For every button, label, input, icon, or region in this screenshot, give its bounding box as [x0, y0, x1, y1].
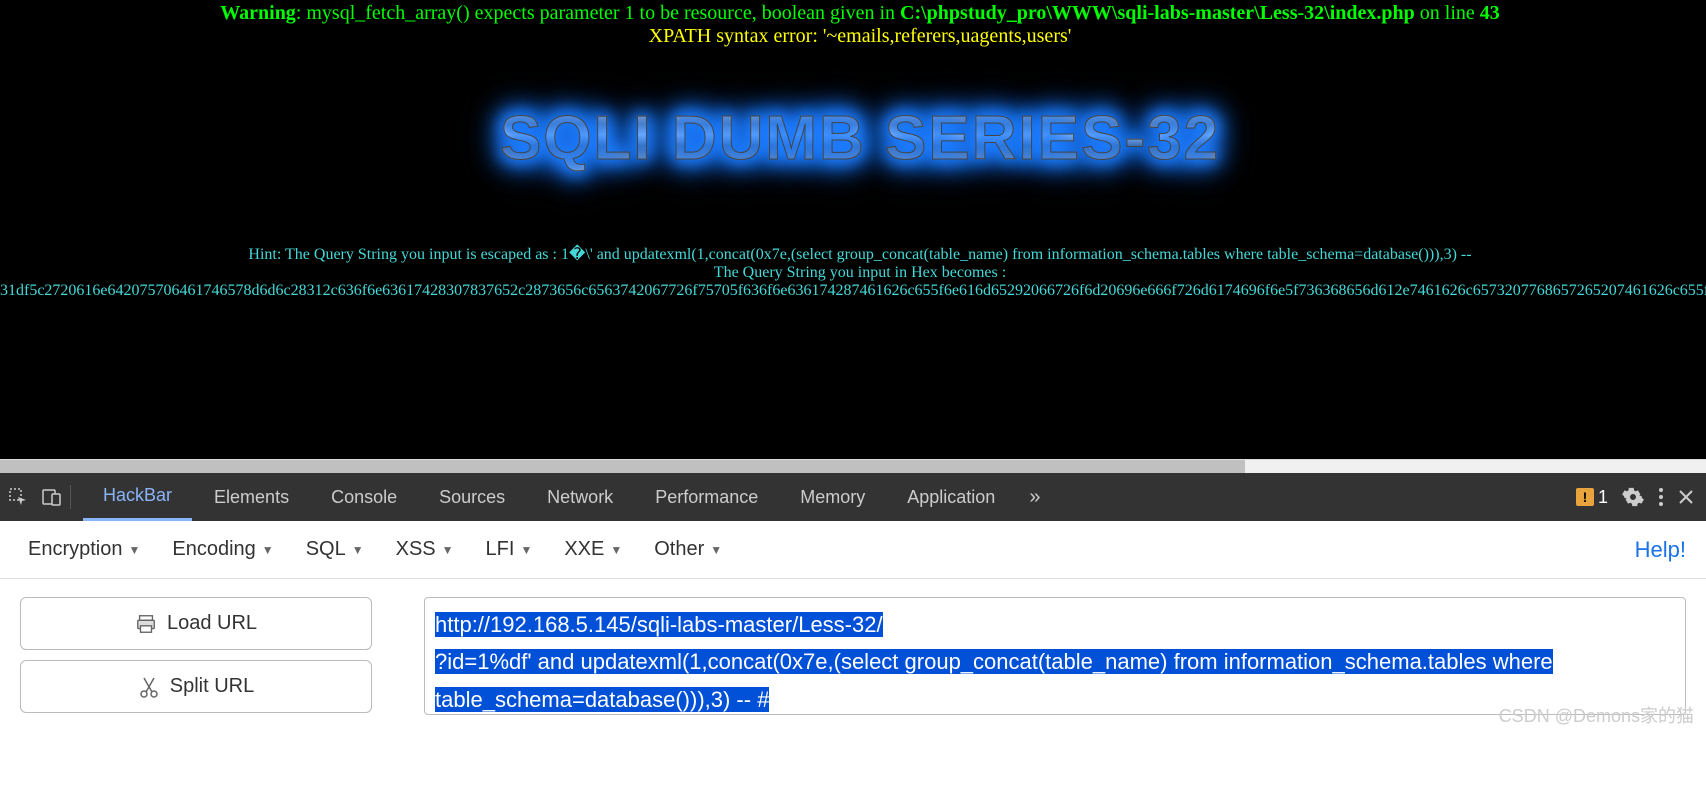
tab-application[interactable]: Application [887, 473, 1015, 521]
close-icon[interactable] [1678, 489, 1694, 505]
chevron-down-icon: ▼ [520, 543, 532, 557]
menu-xxe-label: XXE [564, 538, 604, 561]
warning-icon: ! [1576, 488, 1594, 506]
warning-path: C:\phpstudy_pro\WWW\sqli-labs-master\Les… [900, 2, 1415, 24]
tab-memory[interactable]: Memory [780, 473, 885, 521]
menu-xxe[interactable]: XXE ▼ [548, 530, 638, 569]
menu-icon[interactable] [1658, 486, 1664, 508]
tab-performance[interactable]: Performance [635, 473, 778, 521]
menu-encoding-label: Encoding [172, 538, 255, 561]
menu-other[interactable]: Other ▼ [638, 530, 738, 569]
hint-line-1: Hint: The Query String you input is esca… [0, 244, 1706, 264]
tabs-overflow-icon[interactable]: » [1017, 486, 1052, 509]
tab-network[interactable]: Network [527, 473, 633, 521]
menu-other-label: Other [654, 538, 704, 561]
settings-icon[interactable] [1622, 486, 1644, 508]
warning-label: Warning [220, 2, 296, 24]
menu-lfi-label: LFI [486, 538, 515, 561]
warnings-indicator[interactable]: ! 1 [1576, 487, 1608, 508]
menu-lfi[interactable]: LFI ▼ [470, 530, 549, 569]
page-content-area: Warning: mysql_fetch_array() expects par… [0, 0, 1706, 459]
load-url-button[interactable]: Load URL [20, 597, 372, 650]
php-warning-line: Warning: mysql_fetch_array() expects par… [0, 0, 1706, 25]
hackbar-button-column: Load URL Split URL [20, 597, 372, 715]
warning-line-number: 43 [1480, 2, 1500, 24]
devtools-header: HackBar Elements Console Sources Network… [0, 473, 1706, 521]
chevron-down-icon: ▼ [442, 543, 454, 557]
tab-console[interactable]: Console [311, 473, 417, 521]
chevron-down-icon: ▼ [710, 543, 722, 557]
menu-encryption-label: Encryption [28, 538, 123, 561]
device-toolbar-icon[interactable] [42, 487, 62, 507]
scissors-icon [138, 676, 160, 698]
inspect-icon[interactable] [8, 487, 28, 507]
horizontal-scrollbar[interactable] [0, 459, 1706, 473]
split-url-button[interactable]: Split URL [20, 660, 372, 713]
load-url-label: Load URL [167, 612, 257, 635]
warning-message: : mysql_fetch_array() expects parameter … [296, 2, 900, 24]
tab-elements[interactable]: Elements [194, 473, 309, 521]
warning-online-label: on line [1415, 2, 1480, 24]
xpath-error-text: XPATH syntax error: '~emails,referers,ua… [0, 25, 1706, 48]
menu-sql-label: SQL [306, 538, 346, 561]
url-line-1: http://192.168.5.145/sqli-labs-master/Le… [435, 612, 883, 637]
url-textarea[interactable]: http://192.168.5.145/sqli-labs-master/Le… [424, 597, 1686, 715]
chevron-down-icon: ▼ [352, 543, 364, 557]
split-url-label: Split URL [170, 675, 254, 698]
page-title-logo: SQLI DUMB SERIES-32 [500, 103, 1220, 174]
menu-encryption[interactable]: Encryption ▼ [12, 530, 156, 569]
menu-xss-label: XSS [396, 538, 436, 561]
logo-area: SQLI DUMB SERIES-32 [0, 48, 1706, 194]
menu-xss[interactable]: XSS ▼ [380, 530, 470, 569]
tab-hackbar[interactable]: HackBar [83, 473, 192, 521]
menu-sql[interactable]: SQL ▼ [290, 530, 380, 569]
chevron-down-icon: ▼ [262, 543, 274, 557]
chevron-down-icon: ▼ [129, 543, 141, 557]
hint-section: Hint: The Query String you input is esca… [0, 194, 1706, 300]
hint-line-2: The Query String you input in Hex become… [0, 264, 1706, 282]
help-link[interactable]: Help! [1635, 537, 1694, 563]
scrollbar-thumb[interactable] [0, 460, 1245, 473]
chevron-down-icon: ▼ [610, 543, 622, 557]
hackbar-toolbar: Encryption ▼ Encoding ▼ SQL ▼ XSS ▼ LFI … [0, 521, 1706, 579]
hackbar-body: Load URL Split URL http://192.168.5.145/… [0, 579, 1706, 715]
printer-icon [135, 613, 157, 635]
url-line-2: ?id=1%df' and updatexml(1,concat(0x7e,(s… [435, 649, 1553, 711]
menu-encoding[interactable]: Encoding ▼ [156, 530, 289, 569]
tab-sources[interactable]: Sources [419, 473, 525, 521]
warning-count: 1 [1598, 487, 1608, 508]
devtools-tabs: HackBar Elements Console Sources Network… [83, 473, 1576, 521]
hint-hex-string: 31df5c2720616e642075706461746578d6d6c283… [0, 282, 1706, 300]
